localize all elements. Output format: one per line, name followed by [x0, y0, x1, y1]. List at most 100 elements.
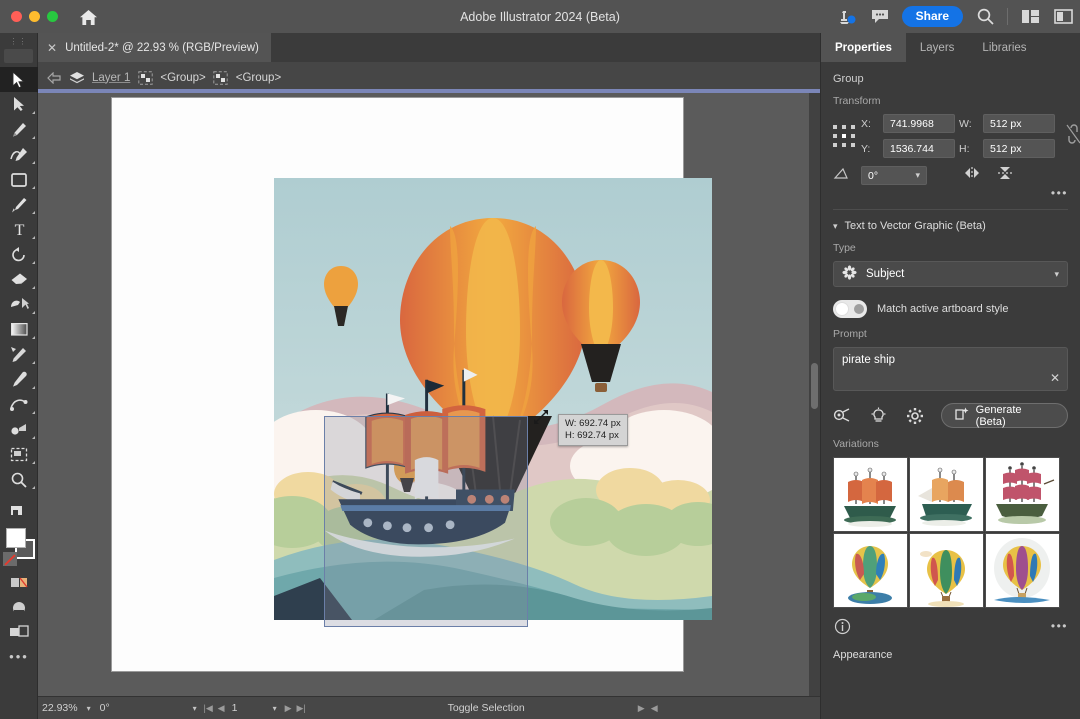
match-artboard-style-toggle[interactable]	[833, 300, 867, 318]
direct-selection-tool[interactable]	[0, 92, 38, 117]
selection-tool[interactable]	[0, 67, 38, 92]
fill-stroke-swatches[interactable]	[0, 524, 38, 570]
x-input[interactable]: 741.9968	[883, 114, 955, 133]
variation-ship-3[interactable]	[985, 457, 1060, 532]
h-input[interactable]: 512 px	[983, 139, 1055, 158]
text-to-vector-section-header[interactable]: ▾ Text to Vector Graphic (Beta)	[833, 220, 1068, 232]
edit-toolbar-icon[interactable]: •••	[0, 645, 38, 667]
change-screen-mode-icon[interactable]	[0, 499, 38, 524]
canvas-vertical-scrollbar[interactable]	[809, 93, 820, 696]
w-input[interactable]: 512 px	[983, 114, 1055, 133]
variation-ship-1[interactable]	[833, 457, 908, 532]
toolbar-grip[interactable]: ⋮⋮	[0, 33, 37, 49]
clear-icon[interactable]: ✕	[1050, 371, 1060, 385]
angle-row: 0° ▾	[833, 165, 1068, 186]
artboard-number-field[interactable]: 1	[228, 697, 268, 719]
zoom-tool[interactable]	[0, 467, 38, 492]
zoom-dropdown-icon[interactable]: ▾	[82, 704, 96, 713]
rectangle-tool[interactable]	[0, 167, 38, 192]
y-label: Y:	[861, 142, 871, 155]
screen-mode-icon[interactable]	[0, 595, 38, 620]
lightbulb-icon[interactable]	[869, 406, 889, 426]
selection-bounding-box[interactable]	[324, 416, 528, 627]
gradient-tool[interactable]	[0, 317, 38, 342]
comment-icon[interactable]	[869, 6, 891, 28]
drawing-modes-icon[interactable]	[0, 570, 38, 595]
scale-tool[interactable]	[0, 292, 38, 317]
curvature-tool[interactable]	[0, 142, 38, 167]
type-tool[interactable]: T	[0, 217, 38, 242]
type-select[interactable]: Subject ▾	[833, 261, 1068, 287]
chevron-down-icon[interactable]: ▾	[1054, 269, 1059, 280]
transform-more-options-icon[interactable]: •••	[833, 186, 1068, 200]
fill-swatch[interactable]	[6, 528, 26, 548]
gear-icon[interactable]	[905, 406, 925, 426]
next-artboard-icon[interactable]: ▶	[282, 703, 295, 714]
maximize-window-button[interactable]	[47, 11, 58, 22]
blend-tool[interactable]	[0, 392, 38, 417]
symbol-sprayer-tool[interactable]	[0, 417, 38, 442]
previous-artboard-icon[interactable]: ◀	[215, 703, 228, 714]
arrange-documents-icon[interactable]	[1019, 6, 1041, 28]
home-icon[interactable]	[74, 6, 102, 28]
last-artboard-icon[interactable]: ▶|	[295, 703, 308, 714]
tab-properties[interactable]: Properties	[821, 33, 906, 62]
flip-vertical-icon[interactable]	[997, 165, 1013, 186]
paintbrush-tool[interactable]	[0, 192, 38, 217]
generate-button[interactable]: Generate (Beta)	[940, 403, 1068, 428]
chevron-down-icon[interactable]: ▾	[915, 170, 920, 181]
window-controls[interactable]	[0, 11, 58, 22]
none-swatch[interactable]	[3, 552, 17, 566]
rotation-field[interactable]: 0°	[96, 697, 140, 719]
navigate-back-icon[interactable]	[46, 70, 62, 86]
search-icon[interactable]	[974, 6, 996, 28]
variation-balloon-3[interactable]	[985, 533, 1060, 608]
width-tool[interactable]	[0, 342, 38, 367]
chevron-down-icon[interactable]: ▾	[833, 221, 838, 232]
cloud-docs-icon[interactable]	[836, 6, 858, 28]
svg-text:T: T	[14, 222, 24, 238]
rotation-dropdown-icon[interactable]: ▾	[188, 704, 202, 713]
first-artboard-icon[interactable]: |◀	[202, 703, 215, 714]
match-style-label: Match active artboard style	[877, 303, 1009, 315]
minimize-window-button[interactable]	[29, 11, 40, 22]
zoom-level-field[interactable]: 22.93%	[38, 697, 82, 719]
variation-ship-2[interactable]	[909, 457, 984, 532]
info-icon[interactable]	[833, 617, 851, 635]
share-button[interactable]: Share	[901, 6, 963, 27]
status-text[interactable]: Toggle Selection	[448, 702, 525, 714]
rotate-tool[interactable]	[0, 242, 38, 267]
prompt-input[interactable]: pirate ship ✕	[833, 347, 1068, 391]
variation-balloon-1[interactable]	[833, 533, 908, 608]
artboard-tool[interactable]	[0, 442, 38, 467]
reference-point-grid[interactable]	[833, 125, 855, 147]
flip-horizontal-icon[interactable]	[963, 166, 981, 185]
close-icon[interactable]: ✕	[47, 42, 57, 54]
artboard[interactable]: W: 692.74 px H: 692.74 px	[112, 98, 712, 671]
scrollbar-thumb[interactable]	[811, 363, 818, 409]
breadcrumb-item-group-1[interactable]: <Group>	[160, 72, 205, 84]
tab-libraries[interactable]: Libraries	[968, 33, 1040, 62]
artboard-dropdown-icon[interactable]: ▾	[268, 704, 282, 713]
variations-more-options-icon[interactable]: •••	[1051, 619, 1068, 633]
x-label: X:	[861, 117, 871, 130]
breadcrumb-item-layer[interactable]: Layer 1	[92, 72, 130, 84]
pen-tool[interactable]	[0, 117, 38, 142]
eraser-tool[interactable]	[0, 267, 38, 292]
document-tab[interactable]: ✕ Untitled-2* @ 22.93 % (RGB/Preview)	[38, 33, 271, 62]
transform-controls: X: 741.9968 W: 512 px Y: 1536.744 H: 512…	[833, 114, 1080, 158]
variation-balloon-2[interactable]	[909, 533, 984, 608]
workspace-switcher-icon[interactable]	[1052, 6, 1074, 28]
presentation-mode-icon[interactable]	[0, 620, 38, 645]
canvas-area[interactable]: W: 692.74 px H: 692.74 px	[38, 93, 820, 696]
eyedropper-tool[interactable]	[0, 367, 38, 392]
status-prev-icon[interactable]: ◀	[648, 703, 661, 714]
tab-layers[interactable]: Layers	[906, 33, 969, 62]
prompt-history-icon[interactable]	[833, 406, 853, 426]
status-next-icon[interactable]: ▶	[635, 703, 648, 714]
angle-input[interactable]: 0° ▾	[861, 166, 927, 185]
close-window-button[interactable]	[11, 11, 22, 22]
breadcrumb-item-group-2[interactable]: <Group>	[236, 72, 281, 84]
y-input[interactable]: 1536.744	[883, 139, 955, 158]
constrain-proportions-icon[interactable]	[1065, 123, 1080, 150]
